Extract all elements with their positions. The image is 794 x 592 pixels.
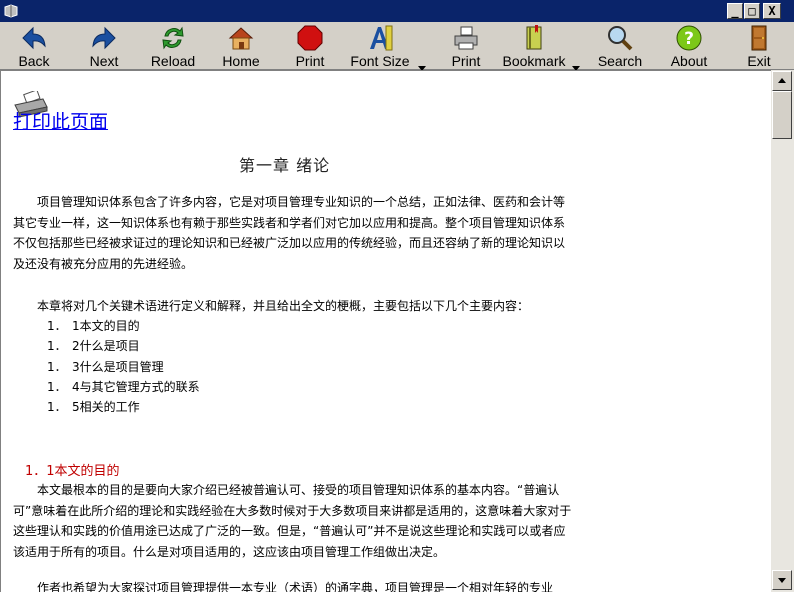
maximize-button[interactable]: □ bbox=[744, 3, 760, 19]
print-label-2: Print bbox=[451, 53, 481, 69]
forward-button[interactable]: Next bbox=[82, 22, 126, 69]
paragraph-2: 本章将对几个关键术语进行定义和解释，并且给出全文的梗概，主要包括以下几个主要内容… bbox=[37, 299, 530, 313]
back-arrow-icon bbox=[22, 26, 46, 50]
list-item: 1． 2什么是项目 bbox=[47, 339, 140, 354]
about-button[interactable]: ? About bbox=[666, 22, 712, 69]
bookmark-book-icon bbox=[526, 25, 542, 50]
reload-icon bbox=[162, 26, 184, 50]
home-label: Home bbox=[222, 53, 260, 69]
chevron-up-icon bbox=[778, 78, 786, 83]
about-label: About bbox=[670, 53, 708, 69]
search-label: Search bbox=[597, 53, 643, 69]
bookmark-button[interactable]: Bookmark bbox=[500, 22, 568, 69]
reload-button[interactable]: Reload bbox=[146, 22, 200, 69]
print-button[interactable]: Print bbox=[444, 22, 488, 69]
search-button[interactable]: Search bbox=[596, 22, 644, 69]
back-label: Back bbox=[18, 53, 50, 69]
paragraph-3: 本文最根本的目的是要向大家介绍已经被普遍认可、接受的项目管理知识体系的基本内容。… bbox=[13, 483, 572, 559]
exit-door-icon bbox=[751, 25, 767, 51]
magnifier-icon bbox=[608, 26, 633, 51]
contents-list: 1． 1本文的目的 1． 2什么是项目 1． 3什么是项目管理 1． 4与其它管理方式的… bbox=[47, 316, 200, 417]
document-content[interactable]: 打印此页面 第一章 绪论 项目管理知识体系包含了许多内容，它是对项目管理专业知识… bbox=[0, 70, 771, 592]
title-bar: _ □ X bbox=[0, 0, 794, 22]
print-page-link[interactable]: 打印此页面 bbox=[13, 109, 153, 135]
reload-label: Reload bbox=[150, 53, 196, 69]
list-item: 1． 5相关的工作 bbox=[47, 400, 140, 415]
paragraph-1: 项目管理知识体系包含了许多内容，它是对项目管理专业知识的一个总结，正如法律、医药… bbox=[13, 195, 566, 271]
back-button[interactable]: Back bbox=[12, 22, 56, 69]
print-label-1: Print bbox=[295, 53, 325, 69]
list-item: 1． 1本文的目的 bbox=[47, 319, 140, 333]
scroll-thumb[interactable] bbox=[772, 91, 792, 139]
vertical-scrollbar[interactable] bbox=[771, 70, 794, 592]
minimize-button[interactable]: _ bbox=[727, 3, 743, 19]
chapter-title: 第一章 绪论 bbox=[239, 156, 331, 175]
font-size-label: Font Size bbox=[350, 53, 410, 69]
chevron-down-icon bbox=[778, 578, 786, 583]
paragraph-4: 作者也希望为大家探讨项目管理提供一本专业（术语）的通字典，项目管理是一个相对年轻… bbox=[37, 581, 554, 592]
printer-icon bbox=[454, 26, 478, 50]
exit-button[interactable]: Exit bbox=[740, 22, 778, 69]
help-icon: ? bbox=[676, 25, 702, 51]
scroll-down-button[interactable] bbox=[772, 570, 792, 590]
section-heading: 1．1本文的目的 bbox=[25, 464, 120, 479]
font-size-icon bbox=[370, 25, 393, 51]
list-item: 1． 3什么是项目管理 bbox=[47, 359, 164, 374]
svg-text:?: ? bbox=[684, 29, 694, 49]
forward-arrow-icon bbox=[92, 26, 116, 50]
home-button[interactable]: Home bbox=[218, 22, 264, 69]
toolbar: Back Next Reload Home Print Font Size Pr… bbox=[0, 22, 794, 71]
exit-label: Exit bbox=[747, 53, 771, 69]
font-size-button[interactable]: Font Size bbox=[350, 22, 410, 69]
scroll-up-button[interactable] bbox=[772, 71, 792, 91]
list-item: 1． 4与其它管理方式的联系 bbox=[47, 379, 200, 394]
forward-label: Next bbox=[89, 53, 119, 69]
stop-sign-icon bbox=[297, 25, 323, 51]
print-button-stop[interactable]: Print bbox=[288, 22, 332, 69]
app-book-icon[interactable] bbox=[3, 3, 19, 19]
bookmark-label: Bookmark bbox=[502, 53, 566, 69]
close-button[interactable]: X bbox=[763, 3, 781, 19]
home-icon bbox=[228, 27, 254, 50]
